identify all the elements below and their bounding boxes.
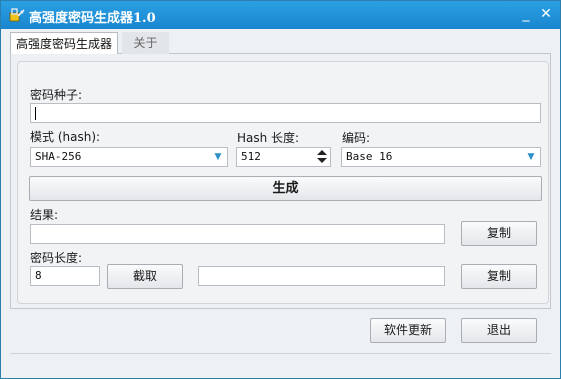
- window-title: 高强度密码生成器1.0: [29, 11, 156, 26]
- software-update-button[interactable]: 软件更新: [370, 318, 446, 343]
- exit-button[interactable]: 退出: [461, 318, 537, 343]
- tab-generator[interactable]: 高强度密码生成器: [10, 32, 118, 54]
- mode-label: 模式 (hash):: [30, 130, 101, 144]
- hash-length-value: 512: [241, 150, 261, 163]
- copy-result-button[interactable]: 复制: [461, 221, 537, 246]
- app-logo-icon: [9, 8, 25, 22]
- tab-about[interactable]: 关于: [122, 32, 169, 54]
- truncated-password-field[interactable]: [198, 266, 445, 286]
- mode-select[interactable]: SHA-256 ▼: [30, 147, 228, 167]
- minimize-button[interactable]: _: [518, 6, 534, 22]
- password-length-label: 密码长度:: [30, 251, 83, 265]
- seed-label: 密码种子:: [30, 88, 83, 102]
- hash-length-label: Hash 长度:: [237, 131, 300, 145]
- result-label: 结果:: [30, 208, 59, 222]
- mode-selected: SHA-256: [35, 150, 82, 163]
- hash-length-spinner[interactable]: 512: [236, 147, 331, 167]
- result-field[interactable]: [30, 224, 445, 244]
- chevron-down-icon[interactable]: ▼: [211, 149, 225, 165]
- password-length-input[interactable]: 8: [30, 266, 100, 286]
- seed-input[interactable]: [30, 103, 541, 123]
- status-divider: [10, 353, 551, 354]
- title-bar[interactable]: 高强度密码生成器1.0 _ ✕: [1, 1, 560, 29]
- truncate-button[interactable]: 截取: [107, 264, 183, 289]
- generate-button[interactable]: 生成: [29, 176, 542, 201]
- encoding-select[interactable]: Base 16 ▼: [341, 147, 541, 167]
- encoding-selected: Base 16: [346, 150, 393, 163]
- spin-arrows-icon[interactable]: [315, 149, 329, 165]
- encoding-label: 编码:: [342, 131, 371, 145]
- close-button[interactable]: ✕: [538, 6, 554, 22]
- text-caret: [35, 106, 36, 120]
- app-window: 高强度密码生成器1.0 _ ✕ 高强度密码生成器 关于 密码种子: 模式 (ha…: [0, 0, 561, 379]
- chevron-down-icon[interactable]: ▼: [524, 149, 538, 165]
- copy-password-button[interactable]: 复制: [461, 264, 537, 289]
